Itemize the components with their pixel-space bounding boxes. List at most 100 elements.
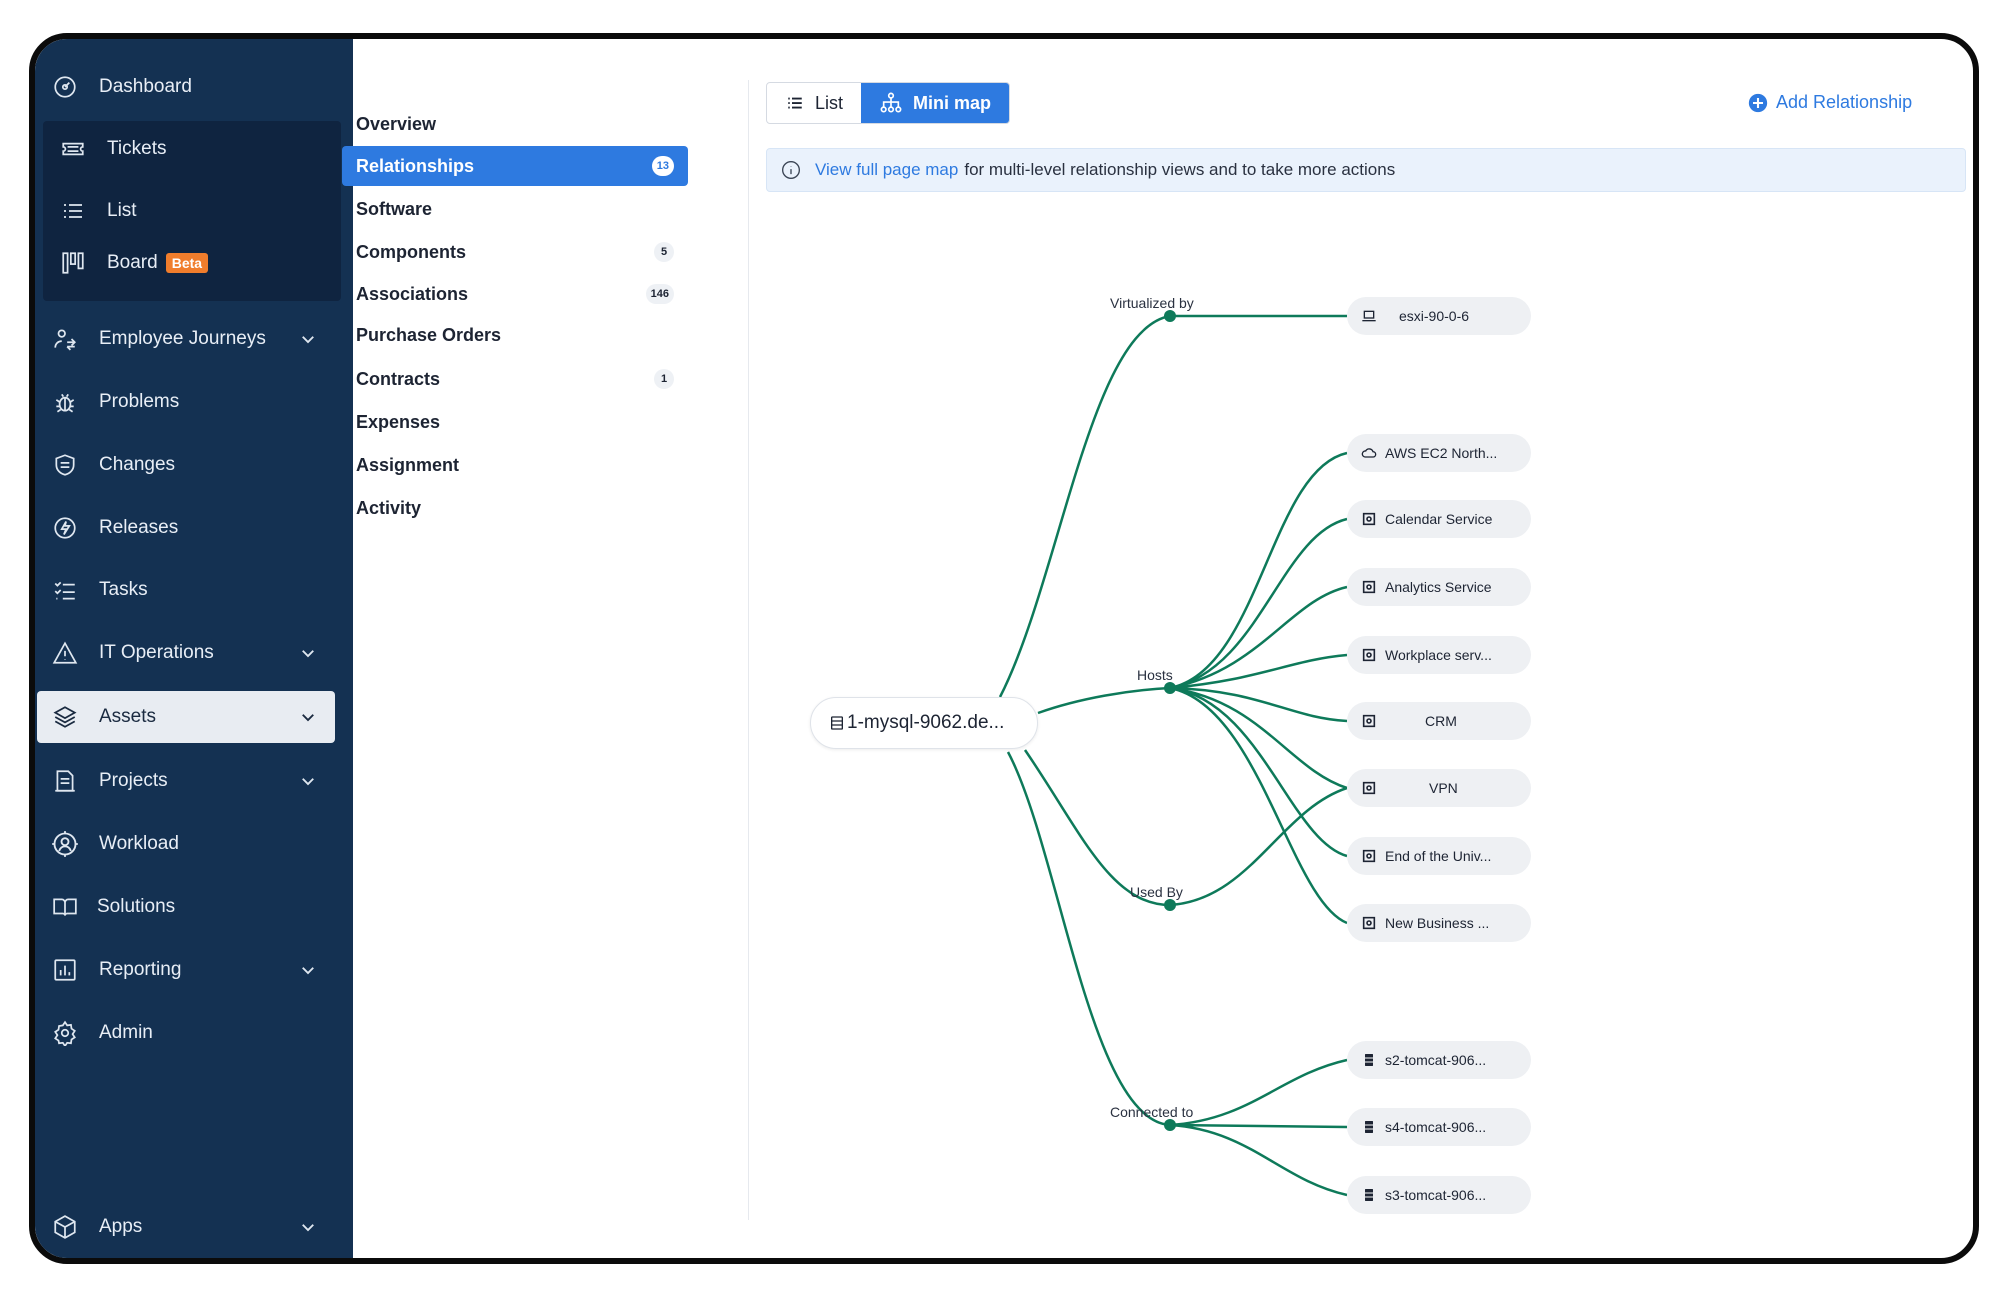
junction-dot bbox=[1164, 1119, 1176, 1131]
sidebar-item-employee-journeys[interactable]: Employee Journeys bbox=[37, 313, 337, 365]
beta-badge: Beta bbox=[165, 253, 209, 273]
list-icon bbox=[59, 197, 87, 225]
shield-icon bbox=[51, 451, 79, 479]
chevron-down-icon[interactable] bbox=[299, 708, 317, 726]
cloud-icon bbox=[1361, 448, 1377, 458]
junction-dot bbox=[1164, 899, 1176, 911]
sidebar-item-list[interactable]: List bbox=[45, 185, 345, 237]
junction-dot bbox=[1164, 310, 1176, 322]
list-view-button[interactable]: List bbox=[767, 83, 861, 123]
server-icon bbox=[1365, 1189, 1373, 1201]
tab-overview[interactable]: Overview bbox=[342, 104, 688, 144]
employee-journey-icon bbox=[51, 325, 79, 353]
view-toggle: List Mini map bbox=[766, 82, 1011, 124]
sidebar-item-reporting[interactable]: Reporting bbox=[37, 944, 337, 996]
map-node[interactable]: Analytics Service bbox=[1347, 568, 1531, 606]
sidebar-item-problems[interactable]: Problems bbox=[37, 376, 337, 428]
minimap-view-button[interactable]: Mini map bbox=[861, 83, 1010, 123]
sidebar-item-changes[interactable]: Changes bbox=[37, 439, 337, 491]
sidebar-item-board[interactable]: Board Beta bbox=[45, 237, 345, 289]
tab-software[interactable]: Software bbox=[342, 189, 688, 229]
map-node[interactable]: s4-tomcat-906... bbox=[1347, 1108, 1531, 1146]
sidebar-item-admin[interactable]: Admin bbox=[37, 1007, 337, 1059]
sidebar-item-apps[interactable]: Apps bbox=[37, 1201, 337, 1253]
sidebar-item-tasks[interactable]: Tasks bbox=[37, 564, 337, 616]
chevron-down-icon[interactable] bbox=[299, 330, 317, 348]
plus-circle-icon bbox=[1748, 93, 1768, 112]
hierarchy-icon bbox=[880, 92, 902, 113]
map-node[interactable]: Calendar Service bbox=[1347, 500, 1531, 538]
board-label: Board bbox=[107, 252, 158, 273]
sidebar: Dashboard Tickets List Board Beta Employe… bbox=[35, 39, 353, 1258]
service-icon bbox=[1362, 916, 1376, 930]
server-icon bbox=[831, 716, 843, 730]
map-node[interactable]: esxi-90-0-6 bbox=[1347, 297, 1531, 335]
sidebar-item-dashboard[interactable]: Dashboard bbox=[37, 61, 337, 113]
lightning-icon bbox=[51, 514, 79, 542]
tab-activity[interactable]: Activity bbox=[342, 488, 688, 528]
chevron-down-icon[interactable] bbox=[299, 772, 317, 790]
count-badge: 13 bbox=[651, 156, 674, 176]
sidebar-item-workload[interactable]: Workload bbox=[37, 818, 337, 870]
count-badge: 1 bbox=[654, 369, 674, 389]
root-node[interactable]: 1-mysql-9062.de... bbox=[810, 697, 1038, 749]
sidebar-item-tickets[interactable]: Tickets bbox=[45, 123, 345, 175]
column-divider bbox=[748, 80, 749, 1220]
tab-associations[interactable]: Associations 146 bbox=[342, 274, 688, 314]
count-badge: 146 bbox=[645, 284, 674, 304]
tab-relationships[interactable]: Relationships 13 bbox=[342, 146, 688, 186]
chevron-down-icon[interactable] bbox=[299, 1218, 317, 1236]
service-icon bbox=[1362, 512, 1376, 526]
junction-dot bbox=[1164, 682, 1176, 694]
ticket-icon bbox=[59, 135, 87, 163]
view-full-page-map-link[interactable]: View full page map bbox=[815, 160, 958, 180]
relationship-label-connected-to: Connected to bbox=[1110, 1104, 1194, 1120]
server-icon bbox=[1365, 1054, 1373, 1066]
sidebar-item-it-operations[interactable]: IT Operations bbox=[37, 627, 337, 679]
laptop-icon bbox=[1362, 310, 1376, 322]
tab-components[interactable]: Components 5 bbox=[342, 232, 688, 272]
relationship-label-hosts: Hosts bbox=[1137, 667, 1173, 683]
add-relationship-button[interactable]: Add Relationship bbox=[1748, 92, 1912, 113]
sidebar-item-solutions[interactable]: Solutions bbox=[37, 881, 337, 933]
sidebar-item-projects[interactable]: Projects bbox=[37, 755, 337, 807]
app-window: Dashboard Tickets List Board Beta Employe… bbox=[29, 33, 1979, 1264]
board-icon bbox=[59, 249, 87, 277]
map-node[interactable]: End of the Univ... bbox=[1347, 837, 1531, 875]
map-node[interactable]: VPN bbox=[1347, 769, 1531, 807]
sidebar-item-assets[interactable]: Assets bbox=[37, 691, 335, 743]
info-banner: View full page map for multi-level relat… bbox=[766, 148, 1966, 192]
service-icon bbox=[1362, 580, 1376, 594]
sidebar-item-releases[interactable]: Releases bbox=[37, 502, 337, 554]
chart-icon bbox=[51, 956, 79, 984]
tab-purchase-orders[interactable]: Purchase Orders bbox=[342, 315, 688, 355]
map-node[interactable]: s2-tomcat-906... bbox=[1347, 1041, 1531, 1079]
service-icon bbox=[1362, 648, 1376, 662]
map-node[interactable]: New Business ... bbox=[1347, 904, 1531, 942]
map-node[interactable]: Workplace serv... bbox=[1347, 636, 1531, 674]
service-icon bbox=[1362, 849, 1376, 863]
list-icon bbox=[788, 97, 802, 109]
chevron-down-icon[interactable] bbox=[299, 961, 317, 979]
map-node[interactable]: s3-tomcat-906... bbox=[1347, 1176, 1531, 1214]
tab-assignment[interactable]: Assignment bbox=[342, 445, 688, 485]
info-icon bbox=[782, 161, 800, 179]
gear-icon bbox=[51, 1019, 79, 1047]
server-icon bbox=[1365, 1121, 1373, 1133]
service-icon bbox=[1362, 781, 1376, 795]
bug-icon bbox=[51, 388, 79, 416]
warning-icon bbox=[51, 639, 79, 667]
chevron-down-icon[interactable] bbox=[299, 644, 317, 662]
layers-icon bbox=[51, 703, 79, 731]
tab-expenses[interactable]: Expenses bbox=[342, 402, 688, 442]
dashboard-icon bbox=[51, 73, 79, 101]
count-badge: 5 bbox=[654, 242, 674, 262]
projects-icon bbox=[51, 767, 79, 795]
cube-icon bbox=[51, 1213, 79, 1241]
info-text: for multi-level relationship views and t… bbox=[964, 160, 1396, 179]
task-list-icon bbox=[51, 576, 79, 604]
tab-contracts[interactable]: Contracts 1 bbox=[342, 359, 688, 399]
map-node[interactable]: AWS EC2 North... bbox=[1347, 434, 1531, 472]
workload-icon bbox=[51, 830, 79, 858]
map-node[interactable]: CRM bbox=[1347, 702, 1531, 740]
